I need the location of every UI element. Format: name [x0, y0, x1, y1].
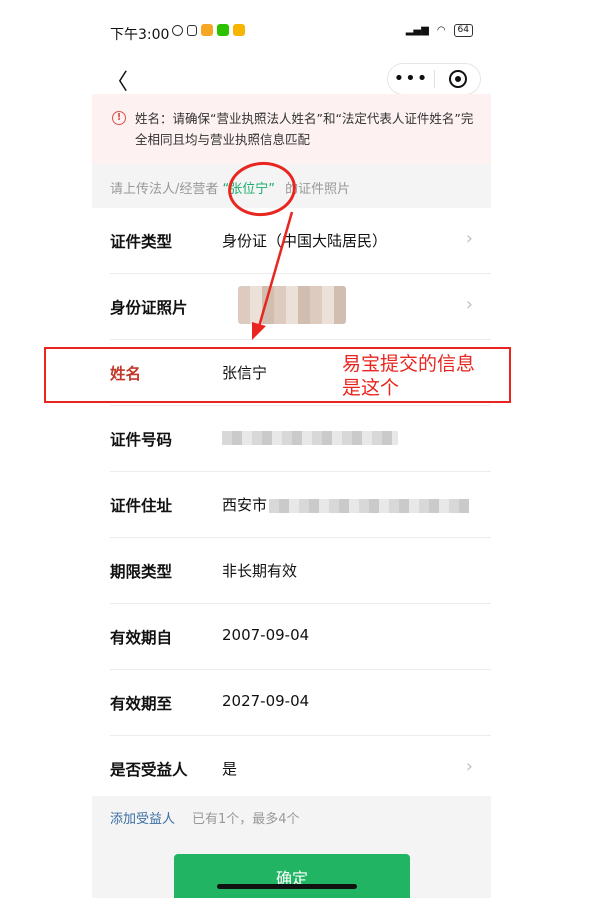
annotation-note: 易宝提交的信息是这个 — [342, 353, 476, 399]
annotation-arrow — [252, 211, 294, 340]
